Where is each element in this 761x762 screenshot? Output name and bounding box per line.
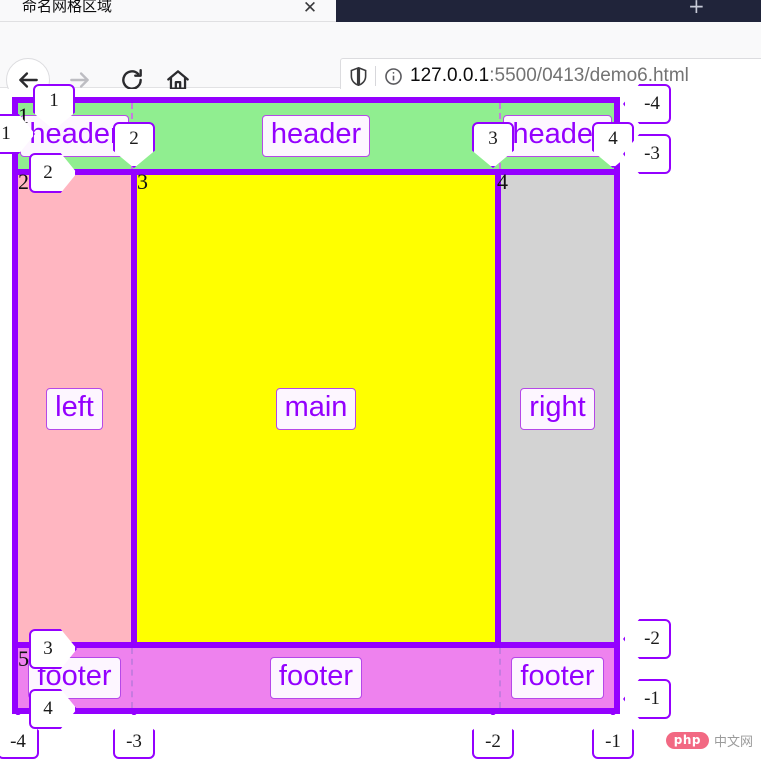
grid-container: header header header left main right foo…	[12, 97, 620, 714]
grid-area-header: header header header	[18, 103, 614, 169]
info-circle-icon[interactable]	[376, 67, 410, 86]
grid-col-line-badge-neg3[interactable]: -3	[113, 713, 155, 759]
area-label-footer: footer	[269, 657, 363, 699]
shield-icon[interactable]	[341, 66, 375, 87]
area-label-left: left	[46, 387, 103, 430]
grid-line-number-inline: 3	[137, 169, 148, 194]
grid-area-right: right	[501, 175, 614, 642]
plus-icon[interactable]: +	[688, 0, 705, 17]
grid-line-number-inline: 2	[18, 169, 29, 194]
grid-col-line-badge-neg2[interactable]: -2	[472, 713, 514, 759]
page-viewport: header header header left main right foo…	[0, 84, 761, 762]
grid-dashed-line	[131, 648, 133, 708]
grid-area-main: main	[137, 175, 495, 642]
navigation-toolbar: 127.0.0.1:5500/0413/demo6.html	[0, 22, 761, 102]
header-chip-row: header header header	[18, 103, 614, 169]
area-label-footer: footer	[511, 657, 604, 699]
area-label-right: right	[520, 387, 595, 430]
close-icon[interactable]: ✕	[300, 0, 320, 18]
grid-line-number-inline: 5	[18, 646, 29, 671]
grid-line-number-inline: 4	[497, 169, 508, 194]
area-label-header: header	[261, 115, 371, 157]
footer-chip-row: footer footer footer	[18, 648, 614, 708]
watermark-text: 中文网	[713, 734, 753, 749]
grid-row-line-badge-neg4[interactable]: -4	[623, 84, 671, 124]
grid-area-left: left	[18, 175, 131, 642]
url-host: 127.0.0.1	[410, 65, 490, 86]
grid-col-line-badge-neg1[interactable]: -1	[592, 713, 634, 759]
url-text[interactable]: 127.0.0.1:5500/0413/demo6.html	[410, 65, 689, 87]
tab-title[interactable]: 命名网格区域	[22, 0, 112, 18]
new-tab-panel[interactable]: +	[336, 0, 761, 22]
grid-row-line-badge-neg2[interactable]: -2	[623, 619, 671, 659]
area-label-header: header	[20, 115, 129, 157]
grid-row-line-badge-neg1[interactable]: -1	[623, 679, 671, 719]
css-grid: header header header left main right foo…	[12, 97, 620, 714]
browser-window: 命名网格区域 ✕ + 127.0.0.1:5500/0413/demo6.htm…	[0, 0, 761, 762]
url-path: :5500/0413/demo6.html	[489, 65, 689, 86]
watermark: php 中文网	[665, 731, 753, 750]
area-label-main: main	[275, 387, 357, 430]
watermark-badge: php	[665, 732, 709, 749]
grid-dashed-line	[499, 648, 501, 708]
grid-area-footer: footer footer footer	[18, 648, 614, 708]
